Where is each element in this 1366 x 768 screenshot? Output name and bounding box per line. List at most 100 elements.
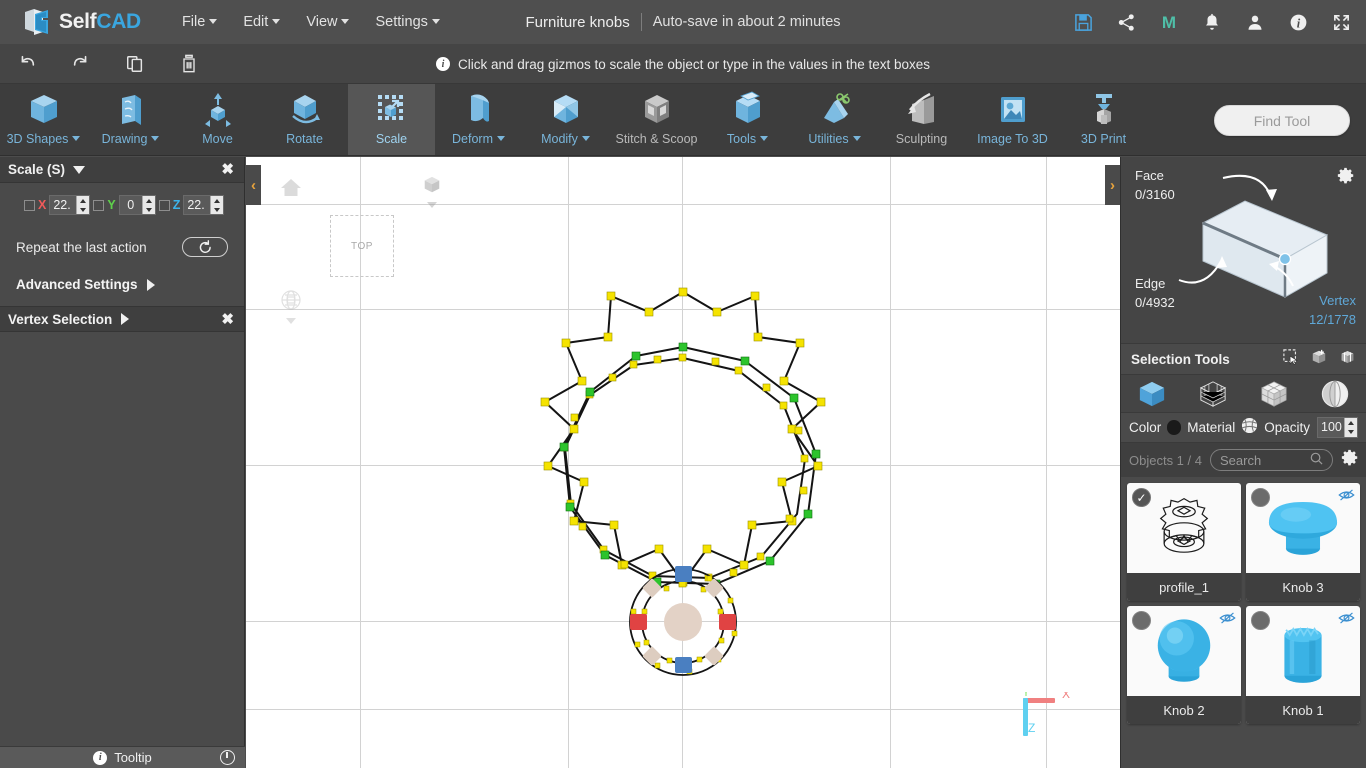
object-visibility-checkbox[interactable]: ✓ [1251, 488, 1270, 507]
menu-item-settings[interactable]: Settings [362, 8, 452, 36]
material-icon[interactable] [1241, 417, 1258, 439]
box-select-icon[interactable] [1310, 349, 1328, 370]
object-mode-icon[interactable] [1130, 380, 1174, 408]
ribbon-item-rotate[interactable]: Rotate [261, 84, 348, 155]
eye-off-icon[interactable] [1338, 611, 1355, 630]
collapse-right-panel-button[interactable]: › [1105, 165, 1120, 205]
delete-icon[interactable] [162, 44, 216, 84]
close-icon[interactable]: ✖ [219, 162, 236, 177]
object-visibility-checkbox[interactable]: ✓ [1251, 611, 1270, 630]
ribbon-item-3d-shapes[interactable]: 3D Shapes [0, 84, 87, 155]
vertex-label: Vertex [1319, 293, 1356, 308]
magic-m-icon[interactable]: M [1158, 11, 1180, 33]
scale-z-stepper[interactable] [210, 196, 224, 214]
viewport-3d[interactable]: ‹ › TOP X Y Z [246, 157, 1120, 768]
share-icon[interactable] [1115, 11, 1137, 33]
redo-icon[interactable] [54, 44, 108, 84]
ribbon-item-sculpting[interactable]: Sculpting [878, 84, 965, 155]
objects-settings-gear-icon[interactable] [1341, 449, 1358, 471]
stepper-up-icon[interactable] [77, 196, 89, 205]
ribbon-item-3d-print[interactable]: 3D Print [1060, 84, 1147, 155]
ribbon-item-move[interactable]: Move [174, 84, 261, 155]
repeat-action-label: Repeat the last action [16, 239, 147, 255]
stepper-up-icon[interactable] [1345, 418, 1357, 428]
menu-item-edit[interactable]: Edit [230, 8, 293, 36]
ribbon-item-3d-print-label: 3D Print [1080, 132, 1127, 146]
object-visibility-checkbox[interactable]: ✓ [1132, 488, 1151, 507]
vertex-mode-icon[interactable] [1191, 380, 1235, 408]
rect-select-icon[interactable] [1283, 348, 1299, 370]
scale-panel-body: X 22. Y 0 Z 22. Repeat the last action A… [0, 183, 244, 300]
scale-x-stepper[interactable] [76, 196, 90, 214]
vertex-selection-header[interactable]: Vertex Selection ✖ [0, 306, 244, 332]
scale-x-checkbox[interactable] [24, 199, 35, 211]
ribbon-item-tools[interactable]: Tools [704, 84, 791, 155]
face-mode-icon[interactable] [1252, 380, 1296, 408]
hint-text: Click and drag gizmos to scale the objec… [457, 56, 930, 72]
opacity-stepper[interactable] [1344, 418, 1357, 437]
chevron-down-icon [852, 136, 861, 141]
ribbon-item-stitch-scoop[interactable]: Stitch & Scoop [609, 84, 704, 155]
stepper-up-icon[interactable] [211, 196, 223, 205]
object-name: profile_1 [1127, 573, 1241, 601]
model-wireframe[interactable] [246, 157, 1120, 768]
object-card-knob-1[interactable]: ✓ Knob 1 [1246, 606, 1360, 724]
scale-z-field[interactable]: 22. [183, 195, 225, 215]
object-name: Knob 1 [1246, 696, 1360, 724]
edge-selection-info[interactable]: Edge 0/4932 [1135, 275, 1175, 313]
fullscreen-icon[interactable] [1330, 11, 1352, 33]
find-tool-input[interactable]: Find Tool [1214, 105, 1350, 136]
ribbon-label: 3D Shapes [7, 132, 81, 146]
menu-item-file[interactable]: File [169, 8, 230, 36]
color-swatch[interactable] [1167, 420, 1182, 435]
document-title[interactable]: Furniture knobs [525, 14, 629, 31]
app-logo[interactable]: SelfCAD [22, 8, 141, 36]
scale-z-checkbox[interactable] [158, 199, 170, 211]
face-selection-info[interactable]: Face 0/3160 [1135, 167, 1175, 205]
stepper-up-icon[interactable] [143, 196, 155, 205]
save-icon[interactable] [1072, 11, 1094, 33]
eye-off-icon[interactable] [1219, 611, 1236, 630]
repeat-action-button[interactable] [182, 237, 228, 257]
menu-item-view[interactable]: View [293, 8, 362, 36]
scale-x-field[interactable]: 22. [49, 195, 91, 215]
object-card-profile-1[interactable]: ✓ profile_1 [1127, 483, 1241, 601]
close-icon[interactable]: ✖ [219, 312, 236, 327]
vertex-selection-info[interactable]: Vertex 12/1778 [1309, 292, 1356, 330]
objects-grid: ✓ profile_1 ✓ [1121, 477, 1366, 730]
eye-off-icon[interactable] [1338, 488, 1355, 507]
edge-mode-icon[interactable] [1313, 380, 1357, 408]
ribbon-item-modify[interactable]: Modify [522, 84, 609, 155]
chevron-right-icon[interactable] [146, 278, 155, 291]
chevron-right-icon[interactable] [121, 313, 130, 325]
scale-y-checkbox[interactable] [93, 199, 105, 211]
undo-icon[interactable] [0, 44, 54, 84]
objects-search-input[interactable]: Search [1209, 449, 1333, 471]
opacity-field[interactable]: 100 [1317, 417, 1358, 438]
scale-y-stepper[interactable] [141, 196, 155, 214]
stepper-down-icon[interactable] [77, 205, 89, 214]
info-icon[interactable]: i [1287, 11, 1309, 33]
ribbon-label: Modify [541, 132, 590, 146]
user-icon[interactable] [1244, 11, 1266, 33]
ribbon-item-image-to-3d[interactable]: Image To 3D [965, 84, 1060, 155]
object-card-knob-2[interactable]: ✓ Knob 2 [1127, 606, 1241, 724]
ribbon-item-scale[interactable]: Scale [348, 84, 435, 155]
collapse-left-panel-button[interactable]: ‹ [246, 165, 261, 205]
scale-y-field[interactable]: 0 [118, 195, 156, 215]
chevron-down-icon[interactable] [73, 165, 86, 174]
object-visibility-checkbox[interactable]: ✓ [1132, 611, 1151, 630]
advanced-settings-row[interactable]: Advanced Settings [10, 277, 234, 292]
power-icon[interactable] [220, 750, 235, 765]
ribbon-item-utilities[interactable]: Utilities [791, 84, 878, 155]
stepper-down-icon[interactable] [143, 205, 155, 214]
ribbon-label: Deform [452, 132, 505, 146]
ribbon-item-deform[interactable]: Deform [435, 84, 522, 155]
stepper-down-icon[interactable] [1345, 428, 1357, 438]
stepper-down-icon[interactable] [211, 205, 223, 214]
bell-icon[interactable] [1201, 11, 1223, 33]
object-card-knob-3[interactable]: ✓ Knob 3 [1246, 483, 1360, 601]
ribbon-item-drawing[interactable]: Drawing [87, 84, 174, 155]
copy-icon[interactable] [108, 44, 162, 84]
loop-select-icon[interactable] [1339, 349, 1356, 370]
